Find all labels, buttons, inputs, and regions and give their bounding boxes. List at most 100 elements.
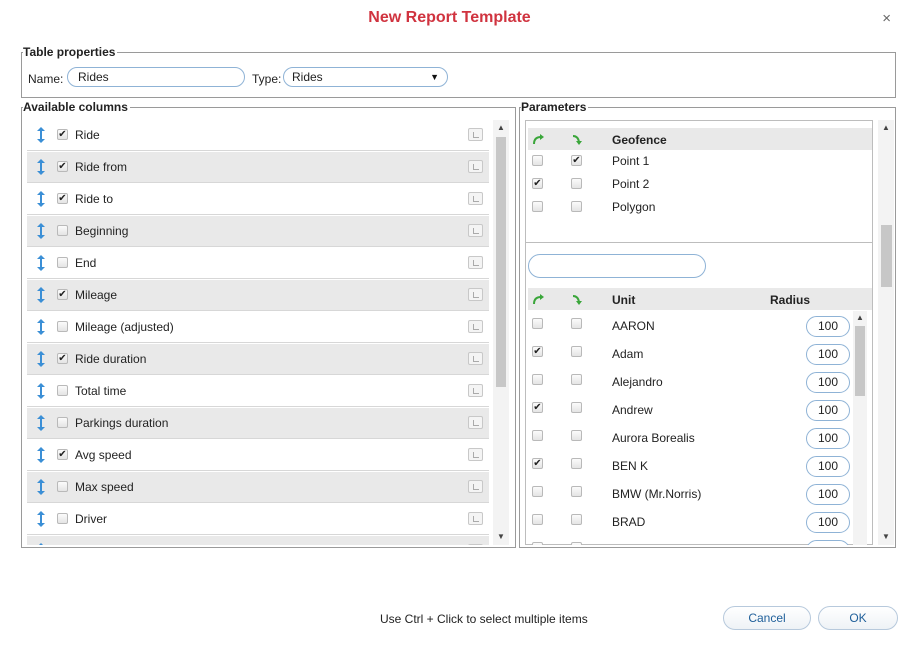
column-checkbox[interactable]: ✔ xyxy=(57,289,68,300)
geofence-exit-checkbox[interactable] xyxy=(571,178,582,189)
unit-exit-checkbox[interactable] xyxy=(571,318,582,329)
column-checkbox[interactable]: ✔ xyxy=(57,129,68,140)
drag-handle-icon[interactable] xyxy=(36,542,46,545)
drag-handle-icon[interactable] xyxy=(36,286,46,304)
column-format-icon[interactable] xyxy=(468,256,483,269)
column-format-icon[interactable] xyxy=(468,192,483,205)
unit-row[interactable]: AARON 100 xyxy=(528,312,852,340)
column-row[interactable]: Driver xyxy=(27,504,489,535)
scroll-up-icon[interactable]: ▲ xyxy=(882,123,890,132)
column-format-icon[interactable] xyxy=(468,416,483,429)
column-format-icon[interactable] xyxy=(468,384,483,397)
column-checkbox[interactable] xyxy=(57,513,68,524)
geofence-enter-checkbox[interactable]: ✔ xyxy=(532,178,543,189)
unit-row[interactable]: ✔ Andrew 100 xyxy=(528,396,852,424)
unit-exit-checkbox[interactable] xyxy=(571,402,582,413)
drag-handle-icon[interactable] xyxy=(36,478,46,496)
column-checkbox[interactable] xyxy=(57,257,68,268)
unit-row[interactable]: BMW (Mr.Norris) 100 xyxy=(528,480,852,508)
unit-enter-checkbox[interactable] xyxy=(532,514,543,525)
name-input[interactable]: Rides xyxy=(67,67,245,87)
unit-enter-checkbox[interactable] xyxy=(532,542,543,545)
unit-exit-checkbox[interactable] xyxy=(571,458,582,469)
ok-button[interactable]: OK xyxy=(818,606,898,630)
column-checkbox[interactable]: ✔ xyxy=(57,449,68,460)
column-row[interactable]: ✔ Ride duration xyxy=(27,344,489,375)
column-format-icon[interactable] xyxy=(468,512,483,525)
unit-radius-input[interactable]: 100 xyxy=(806,456,850,477)
column-checkbox[interactable] xyxy=(57,225,68,236)
column-row[interactable]: ✔ Ride to xyxy=(27,184,489,215)
column-checkbox[interactable]: ✔ xyxy=(57,193,68,204)
unit-enter-checkbox[interactable]: ✔ xyxy=(532,346,543,357)
unit-radius-input[interactable]: 100 xyxy=(806,540,850,545)
column-checkbox[interactable]: ✔ xyxy=(57,353,68,364)
unit-radius-input[interactable]: 100 xyxy=(806,484,850,505)
scroll-up-icon[interactable]: ▲ xyxy=(497,123,505,132)
unit-enter-checkbox[interactable]: ✔ xyxy=(532,458,543,469)
columns-scroll-thumb[interactable] xyxy=(496,137,506,387)
unit-radius-input[interactable]: 100 xyxy=(806,372,850,393)
geofence-enter-checkbox[interactable] xyxy=(532,155,543,166)
column-checkbox[interactable]: ✔ xyxy=(57,161,68,172)
scroll-down-icon[interactable]: ▼ xyxy=(882,532,890,541)
column-format-icon[interactable] xyxy=(468,224,483,237)
unit-row[interactable]: ✔ BEN K 100 xyxy=(528,452,852,480)
geofence-exit-checkbox[interactable] xyxy=(571,201,582,212)
unit-radius-input[interactable]: 100 xyxy=(806,428,850,449)
drag-handle-icon[interactable] xyxy=(36,382,46,400)
drag-handle-icon[interactable] xyxy=(36,318,46,336)
unit-enter-checkbox[interactable] xyxy=(532,318,543,329)
column-row[interactable]: Parkings duration xyxy=(27,408,489,439)
geofence-enter-checkbox[interactable] xyxy=(532,201,543,212)
column-row[interactable]: End xyxy=(27,248,489,279)
unit-enter-checkbox[interactable] xyxy=(532,430,543,441)
drag-handle-icon[interactable] xyxy=(36,126,46,144)
scroll-up-icon[interactable]: ▲ xyxy=(856,313,864,322)
unit-enter-checkbox[interactable]: ✔ xyxy=(532,402,543,413)
column-format-icon[interactable] xyxy=(468,480,483,493)
column-row[interactable]: ✔ Ride xyxy=(27,120,489,151)
unit-search-input[interactable] xyxy=(528,254,706,278)
column-row[interactable]: ✔ Ride from xyxy=(27,152,489,183)
column-row[interactable]: Mileage (adjusted) xyxy=(27,312,489,343)
unit-radius-input[interactable]: 100 xyxy=(806,512,850,533)
geofence-exit-checkbox[interactable]: ✔ xyxy=(571,155,582,166)
column-format-icon[interactable] xyxy=(468,544,483,545)
geofence-row[interactable]: ✔ Point 1 xyxy=(528,151,872,174)
units-scrollbar[interactable]: ▲ xyxy=(853,311,867,545)
column-format-icon[interactable] xyxy=(468,128,483,141)
unit-exit-checkbox[interactable] xyxy=(571,374,582,385)
drag-handle-icon[interactable] xyxy=(36,510,46,528)
column-row[interactable]: Trailer xyxy=(27,536,489,545)
scroll-down-icon[interactable]: ▼ xyxy=(497,532,505,541)
unit-exit-checkbox[interactable] xyxy=(571,542,582,545)
column-checkbox[interactable] xyxy=(57,321,68,332)
unit-row[interactable]: Alejandro 100 xyxy=(528,368,852,396)
unit-exit-checkbox[interactable] xyxy=(571,514,582,525)
column-format-icon[interactable] xyxy=(468,160,483,173)
units-scroll-thumb[interactable] xyxy=(855,326,865,396)
cancel-button[interactable]: Cancel xyxy=(723,606,811,630)
unit-radius-input[interactable]: 100 xyxy=(806,400,850,421)
column-checkbox[interactable] xyxy=(57,417,68,428)
unit-exit-checkbox[interactable] xyxy=(571,346,582,357)
column-format-icon[interactable] xyxy=(468,448,483,461)
column-checkbox[interactable] xyxy=(57,481,68,492)
geofence-row[interactable]: ✔ Point 2 xyxy=(528,174,872,197)
column-row[interactable]: ✔ Mileage xyxy=(27,280,489,311)
unit-row[interactable]: Bus 02 Miami 100 xyxy=(528,536,852,545)
unit-row[interactable]: BRAD 100 xyxy=(528,508,852,536)
units-list[interactable]: AARON 100 ✔ Adam 100 Alejandro 100 ✔ Andrew 100 Au… xyxy=(528,311,872,545)
parameters-scroll-thumb[interactable] xyxy=(881,225,892,287)
unit-exit-checkbox[interactable] xyxy=(571,430,582,441)
drag-handle-icon[interactable] xyxy=(36,190,46,208)
drag-handle-icon[interactable] xyxy=(36,222,46,240)
columns-list[interactable]: ✔ Ride ✔ Ride from ✔ Ride to Beginning End ✔ Mile… xyxy=(27,120,489,545)
unit-row[interactable]: ✔ Adam 100 xyxy=(528,340,852,368)
unit-radius-input[interactable]: 100 xyxy=(806,316,850,337)
unit-exit-checkbox[interactable] xyxy=(571,486,582,497)
column-row[interactable]: ✔ Avg speed xyxy=(27,440,489,471)
drag-handle-icon[interactable] xyxy=(36,414,46,432)
drag-handle-icon[interactable] xyxy=(36,254,46,272)
